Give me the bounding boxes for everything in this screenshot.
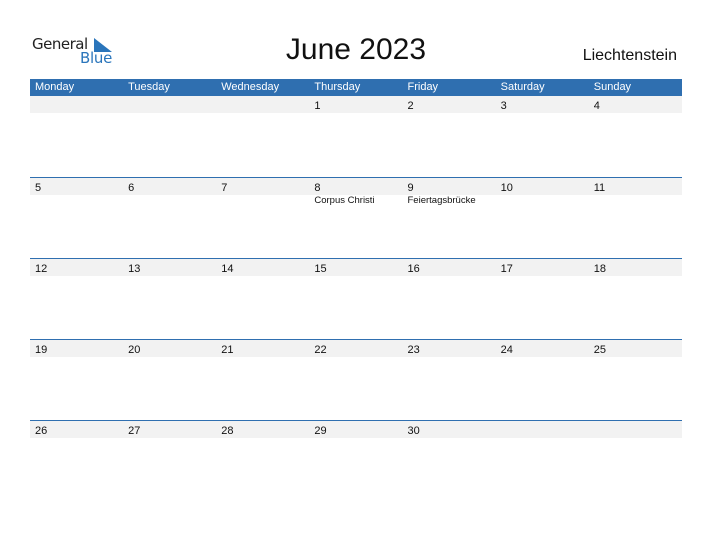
day-number: 4 — [593, 100, 600, 112]
weekday-friday: Friday — [407, 81, 439, 93]
day-number: 8 — [314, 182, 321, 194]
day-cell: 17 — [496, 259, 589, 276]
weekday-wednesday: Wednesday — [221, 81, 280, 93]
week-row: 5 6 7 8 Corpus Christi 9 Feiertagsbrücke 10 11 — [30, 177, 682, 258]
day-cell: 20 — [123, 340, 216, 357]
day-number: 24 — [500, 344, 513, 356]
day-cell: 29 — [309, 421, 402, 438]
week-row: 12 13 14 15 16 17 18 — [30, 258, 682, 339]
date-strip: 19 20 21 22 23 24 25 — [30, 340, 682, 357]
day-cell — [216, 96, 309, 113]
weekday-monday: Monday — [35, 81, 75, 93]
week-row: 26 27 28 29 30 — [30, 420, 682, 501]
day-cell: 16 — [403, 259, 496, 276]
day-cell: 26 — [30, 421, 123, 438]
day-number: 15 — [314, 263, 327, 275]
day-number: 11 — [593, 182, 606, 194]
weekday-sunday: Sunday — [593, 81, 632, 93]
day-cell: 4 — [589, 96, 682, 113]
day-number: 27 — [128, 425, 141, 437]
day-number: 28 — [221, 425, 234, 437]
day-number: 21 — [221, 344, 234, 356]
country-label: Liechtenstein — [582, 47, 677, 64]
day-cell — [123, 96, 216, 113]
day-cell: 2 — [403, 96, 496, 113]
day-number: 9 — [407, 182, 414, 194]
weekday-thursday: Thursday — [314, 81, 361, 93]
day-cell: 23 — [403, 340, 496, 357]
day-number: 20 — [128, 344, 141, 356]
date-strip: 26 27 28 29 30 — [30, 421, 682, 438]
day-number: 17 — [500, 263, 513, 275]
day-cell: 21 — [216, 340, 309, 357]
day-number: 2 — [407, 100, 414, 112]
day-cell: 28 — [216, 421, 309, 438]
holiday-label: Corpus Christi — [314, 195, 375, 206]
day-number: 13 — [128, 263, 141, 275]
day-cell: 18 — [589, 259, 682, 276]
day-cell: 14 — [216, 259, 309, 276]
day-cell: 8 Corpus Christi — [309, 178, 402, 206]
day-cell — [30, 96, 123, 113]
day-number: 7 — [221, 182, 228, 194]
day-cell: 13 — [123, 259, 216, 276]
day-number: 30 — [407, 425, 420, 437]
day-cell: 3 — [496, 96, 589, 113]
day-cell: 30 — [403, 421, 496, 438]
day-cell — [589, 421, 682, 438]
day-number: 12 — [35, 263, 48, 275]
day-number: 6 — [128, 182, 135, 194]
day-number: 19 — [35, 344, 48, 356]
day-cell: 7 — [216, 178, 309, 195]
day-number: 22 — [314, 344, 327, 356]
day-cell: 11 — [589, 178, 682, 195]
day-number: 29 — [314, 425, 327, 437]
day-cell: 9 Feiertagsbrücke — [403, 178, 496, 206]
date-strip: 12 13 14 15 16 17 18 — [30, 259, 682, 276]
day-cell — [496, 421, 589, 438]
weekday-tuesday: Tuesday — [128, 81, 170, 93]
holiday-label: Feiertagsbrücke — [407, 195, 476, 206]
calendar-grid: Monday Tuesday Wednesday Thursday Friday… — [30, 79, 682, 501]
weekday-header: Monday Tuesday Wednesday Thursday Friday… — [30, 79, 682, 96]
day-number: 18 — [593, 263, 606, 275]
weekday-saturday: Saturday — [500, 81, 545, 93]
day-cell: 10 — [496, 178, 589, 195]
day-cell: 22 — [309, 340, 402, 357]
day-cell: 27 — [123, 421, 216, 438]
day-cell: 25 — [589, 340, 682, 357]
day-number: 14 — [221, 263, 234, 275]
week-row: 1 2 3 4 — [30, 96, 682, 177]
date-strip: 5 6 7 8 Corpus Christi 9 Feiertagsbrücke 10 11 — [30, 178, 682, 206]
day-number: 1 — [314, 100, 321, 112]
day-number: 16 — [407, 263, 420, 275]
day-number: 25 — [593, 344, 606, 356]
day-number: 5 — [35, 182, 42, 194]
day-cell: 12 — [30, 259, 123, 276]
day-cell: 15 — [309, 259, 402, 276]
day-cell: 5 — [30, 178, 123, 195]
day-cell: 6 — [123, 178, 216, 195]
date-strip: 1 2 3 4 — [30, 96, 682, 113]
day-number: 10 — [500, 182, 513, 194]
day-cell: 24 — [496, 340, 589, 357]
week-row: 19 20 21 22 23 24 25 — [30, 339, 682, 420]
day-cell: 19 — [30, 340, 123, 357]
day-number: 23 — [407, 344, 420, 356]
day-number: 26 — [35, 425, 48, 437]
day-cell: 1 — [309, 96, 402, 113]
day-number: 3 — [500, 100, 507, 112]
